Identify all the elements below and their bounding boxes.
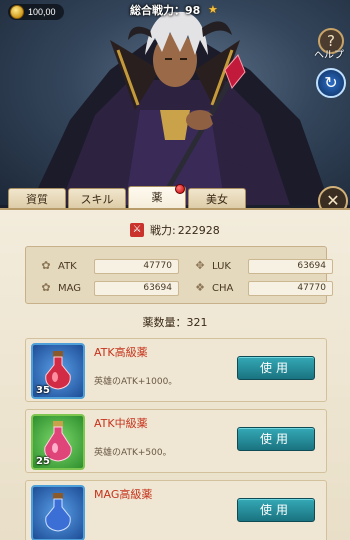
use-button[interactable]: 使用 (237, 427, 315, 451)
power-label: 戦力: (150, 224, 176, 237)
total-power-title: 総合戦力：98 (130, 4, 201, 17)
stat-label: MAG (58, 282, 82, 294)
stat-value: 47770 (248, 280, 333, 296)
stat-mag: ✿ MAG 63694 (40, 279, 179, 297)
use-button[interactable]: 使用 (237, 498, 315, 522)
cha-icon: ❖ (195, 281, 205, 294)
hero-portrait: 100,00 総合戦力：98 ★ ? ヘルプ ↻ (0, 0, 350, 205)
currency-value: 100,00 (28, 7, 56, 17)
currency-counter: 100,00 (8, 4, 64, 20)
stat-label: LUK (212, 260, 231, 272)
stat-atk: ✿ ATK 47770 (40, 257, 179, 275)
mag-icon: ✿ (41, 281, 51, 294)
potion-icon (31, 485, 85, 540)
notification-dot (175, 184, 185, 194)
star-icon: ★ (208, 3, 218, 16)
help-label: ヘルプ (314, 50, 344, 61)
item-name: ATK中級薬 (94, 417, 148, 430)
item-quantity: 25 (36, 456, 50, 467)
luk-icon: ✥ (195, 259, 205, 272)
refresh-icon: ↻ (324, 73, 338, 92)
stat-value: 63694 (248, 258, 333, 274)
item-description: 英雄のATK+500。 (94, 448, 172, 458)
atk-icon: ✿ (41, 259, 51, 272)
refresh-button[interactable]: ↻ (316, 68, 346, 98)
potion-icon: 35 (31, 343, 85, 399)
stat-label: ATK (58, 260, 77, 272)
list-item: MAG高級薬 使用 (25, 480, 327, 540)
item-name: MAG高級薬 (94, 488, 153, 501)
potion-icon: 25 (31, 414, 85, 470)
stat-value: 63694 (94, 280, 179, 296)
item-name: ATK高級薬 (94, 346, 148, 359)
use-button[interactable]: 使用 (237, 356, 315, 380)
list-item: 25 ATK中級薬 英雄のATK+500。 使用 (25, 409, 327, 473)
tab-skill[interactable]: スキル (68, 188, 126, 210)
stat-value: 47770 (94, 258, 179, 274)
gold-coin-icon (10, 5, 24, 19)
stat-label: CHA (212, 282, 234, 294)
stat-cha: ❖ CHA 47770 (194, 279, 333, 297)
tab-aptitude[interactable]: 資質 (8, 188, 66, 210)
stat-luk: ✥ LUK 63694 (194, 257, 333, 275)
potion-panel: ⚔ 戦力: 222928 ✿ ATK 47770 ✥ LUK 63694 ✿ M… (0, 208, 350, 540)
list-item: 35 ATK高級薬 英雄のATK+1000。 使用 (25, 338, 327, 402)
item-description: 英雄のATK+1000。 (94, 377, 178, 387)
power-value: 222928 (177, 223, 220, 237)
hero-illustration (30, 11, 330, 205)
power-icon: ⚔ (130, 223, 144, 237)
combat-power: ⚔ 戦力: 222928 (130, 222, 220, 238)
tab-beauty[interactable]: 美女 (188, 188, 246, 210)
potion-count: 薬数量：321 (142, 316, 208, 329)
item-quantity: 35 (36, 385, 50, 396)
stats-box: ✿ ATK 47770 ✥ LUK 63694 ✿ MAG 63694 ❖ CH… (25, 246, 333, 304)
